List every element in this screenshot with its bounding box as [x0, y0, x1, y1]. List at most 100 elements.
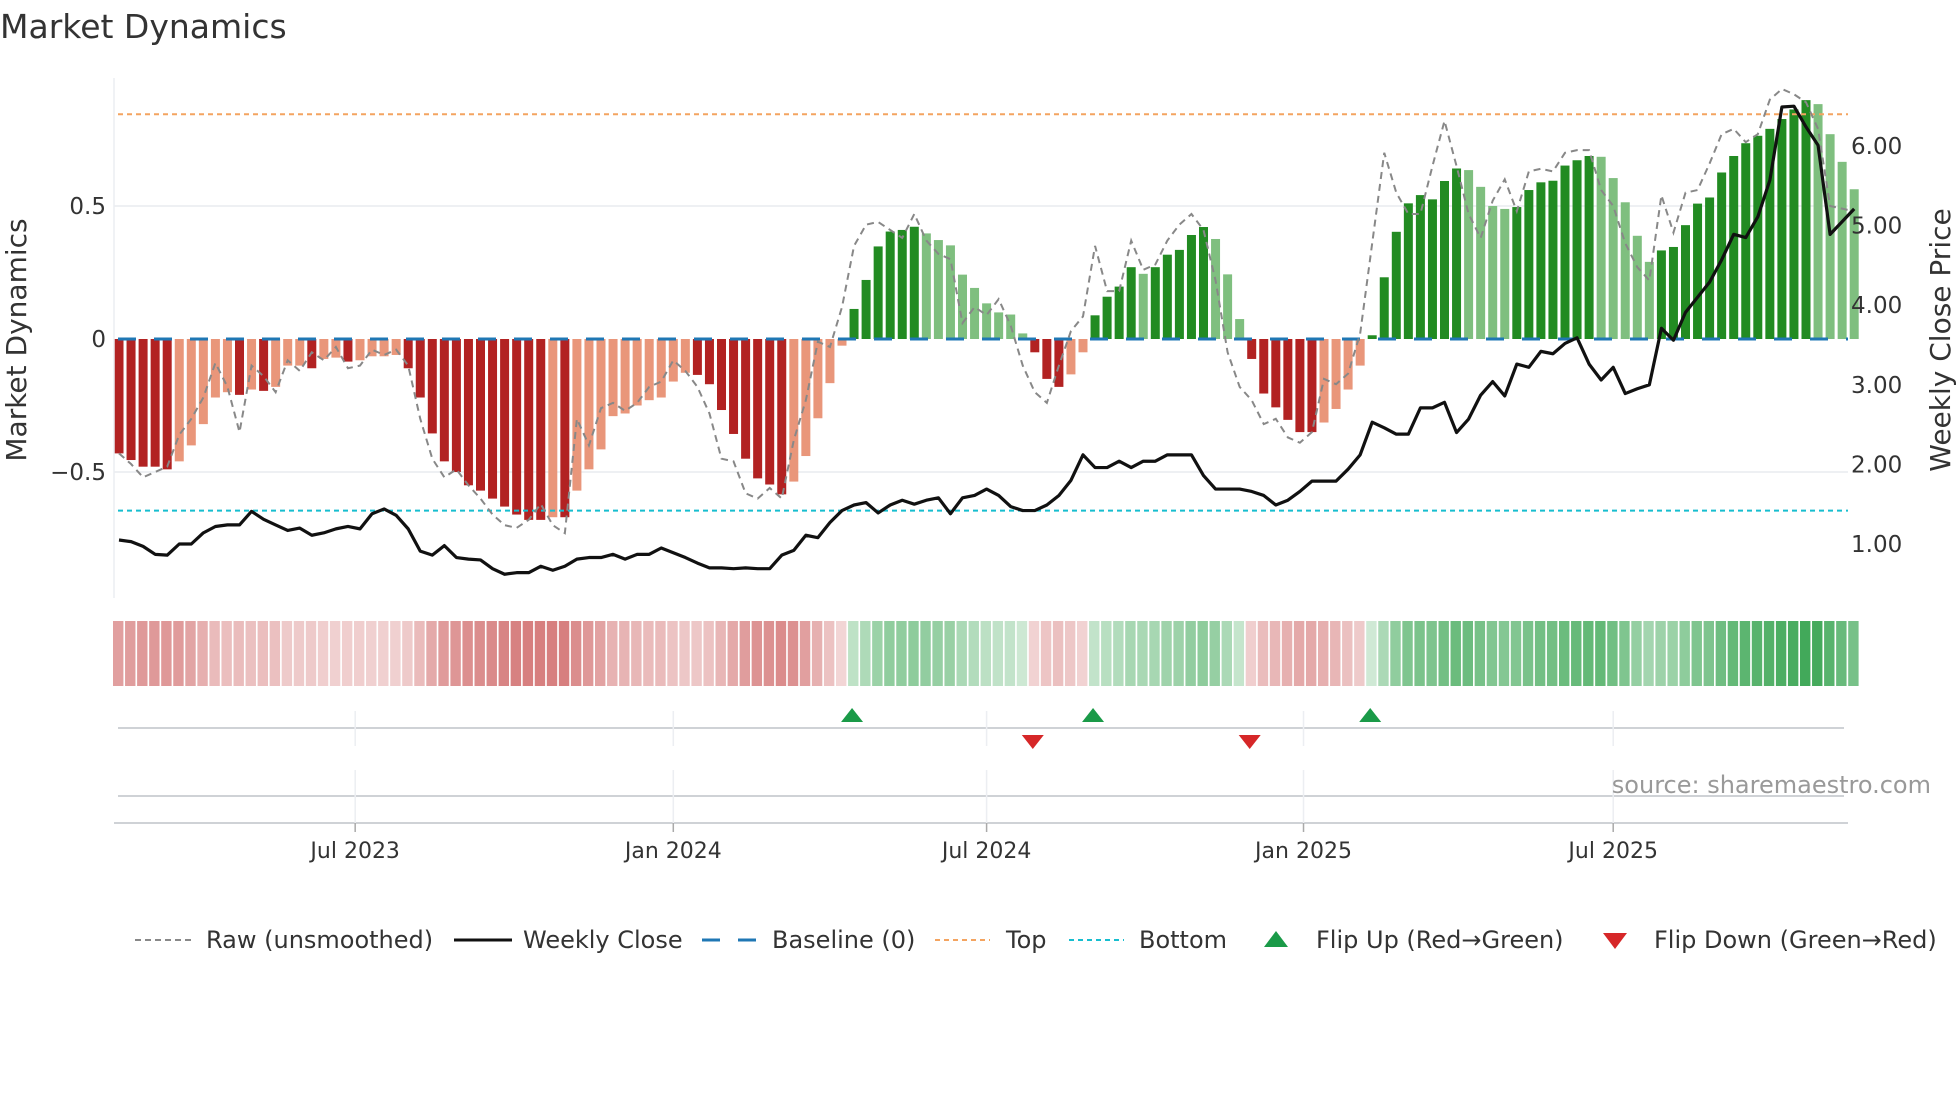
- strip-cell: [703, 621, 714, 686]
- dynamics-bar: [1391, 231, 1401, 339]
- dynamics-bar: [1138, 273, 1148, 339]
- flip-up-marker: [1082, 708, 1105, 722]
- strip-cell: [1848, 621, 1859, 686]
- strip-cell: [763, 621, 775, 686]
- legend-label-top: Top: [1005, 926, 1047, 954]
- dynamics-bar: [1102, 296, 1112, 339]
- dynamics-bar: [849, 308, 859, 339]
- dynamics-bar: [1596, 156, 1606, 339]
- strip-cell: [799, 621, 811, 686]
- dynamics-bar: [1837, 161, 1847, 339]
- dynamics-bar: [476, 339, 485, 491]
- dynamics-bar: [1452, 168, 1462, 339]
- strip-cell: [558, 621, 570, 686]
- flip-down-marker: [1238, 735, 1261, 749]
- strip-cell: [1534, 621, 1546, 686]
- dynamics-bar: [1440, 180, 1449, 339]
- dynamics-bar: [114, 339, 124, 454]
- dynamics-bar: [945, 245, 955, 339]
- strip-cell: [1113, 621, 1124, 686]
- dynamics-bar: [1536, 182, 1546, 339]
- strip-cell: [149, 621, 160, 686]
- dynamics-bar: [1705, 197, 1715, 339]
- strip-cell: [1402, 621, 1413, 686]
- dynamics-bar: [488, 339, 498, 499]
- strip-cell: [1486, 621, 1498, 686]
- strip-cell: [233, 621, 244, 686]
- strip-cell: [510, 621, 522, 686]
- strip-cell: [1739, 621, 1751, 686]
- strip-cell: [474, 621, 485, 686]
- dynamics-bar: [427, 339, 437, 434]
- dynamics-bar: [560, 339, 570, 518]
- strip-cell: [1125, 621, 1136, 686]
- strip-cell: [341, 621, 353, 686]
- strip-cell: [1004, 621, 1016, 686]
- strip-cell: [751, 621, 763, 686]
- strip-cell: [1643, 621, 1654, 686]
- strip-cell: [414, 621, 425, 686]
- dynamics-bar: [222, 339, 232, 393]
- x-tick-label: Jul 2024: [940, 839, 1032, 864]
- legend-label-flip_up: Flip Up (Red→Green): [1316, 926, 1564, 954]
- strip-cell: [1269, 621, 1281, 686]
- dynamics-bar: [994, 312, 1004, 339]
- strip-cell: [1318, 621, 1329, 686]
- strip-cell: [787, 621, 799, 686]
- dynamics-bar: [813, 339, 823, 419]
- strip-cell: [1366, 621, 1377, 686]
- strip-cell: [1257, 621, 1269, 686]
- strip-cell: [896, 621, 907, 686]
- y2-tick-label: 3.00: [1851, 373, 1902, 399]
- strip-cell: [884, 621, 895, 686]
- strip-cell: [462, 621, 473, 686]
- dynamics-bar: [198, 339, 208, 425]
- intensity-strip: [113, 621, 1859, 686]
- dynamics-bar: [1753, 135, 1763, 339]
- dynamics-bar: [572, 339, 582, 491]
- strip-cell: [1089, 621, 1100, 686]
- dynamics-bar: [1403, 203, 1413, 339]
- strip-cell: [498, 621, 509, 686]
- dynamics-bar: [1668, 246, 1678, 339]
- dynamics-bar: [1271, 339, 1281, 408]
- strip-cell: [1775, 621, 1787, 686]
- strip-cell: [1330, 621, 1341, 686]
- strip-cell: [281, 621, 293, 686]
- dynamics-bar: [1801, 100, 1811, 339]
- strip-cell: [980, 621, 991, 686]
- dynamics-bar: [1548, 180, 1558, 339]
- strip-cell: [113, 621, 124, 686]
- dynamics-bar: [1584, 155, 1594, 339]
- strip-cell: [1655, 621, 1666, 686]
- dynamics-bar: [1560, 165, 1570, 339]
- dynamics-bar: [584, 339, 594, 470]
- strip-cell: [1378, 621, 1389, 686]
- strip-cell: [137, 621, 148, 686]
- strip-cell: [1426, 621, 1437, 686]
- dynamics-bar: [741, 339, 751, 459]
- strip-cell: [1101, 621, 1112, 686]
- y2-tick-label: 6.00: [1851, 134, 1902, 160]
- strip-cell: [1450, 621, 1461, 686]
- dynamics-bar: [1066, 339, 1076, 375]
- strip-cell: [1293, 621, 1305, 686]
- legend-label-raw: Raw (unsmoothed): [206, 926, 433, 954]
- dynamics-bar: [439, 339, 449, 462]
- strip-cell: [1016, 621, 1028, 686]
- dynamics-bar: [1030, 339, 1040, 353]
- y2-axis-label: Weekly Close Price: [1924, 208, 1957, 471]
- source-note: source: sharemaestro.com: [1612, 771, 1931, 799]
- strip-cell: [1751, 621, 1763, 686]
- legend-label-baseline: Baseline (0): [772, 926, 915, 954]
- strip-cell: [1571, 621, 1582, 686]
- dynamics-bar: [524, 339, 534, 520]
- legend-label-close: Weekly Close: [523, 926, 683, 954]
- dynamics-bar: [1632, 235, 1642, 339]
- dynamics-bar: [921, 233, 931, 339]
- dynamics-bar: [1126, 267, 1136, 339]
- dynamics-bar: [1150, 267, 1160, 339]
- dynamics-bar: [1825, 134, 1835, 339]
- dynamics-bar: [1331, 339, 1341, 409]
- strip-cell: [1052, 621, 1064, 686]
